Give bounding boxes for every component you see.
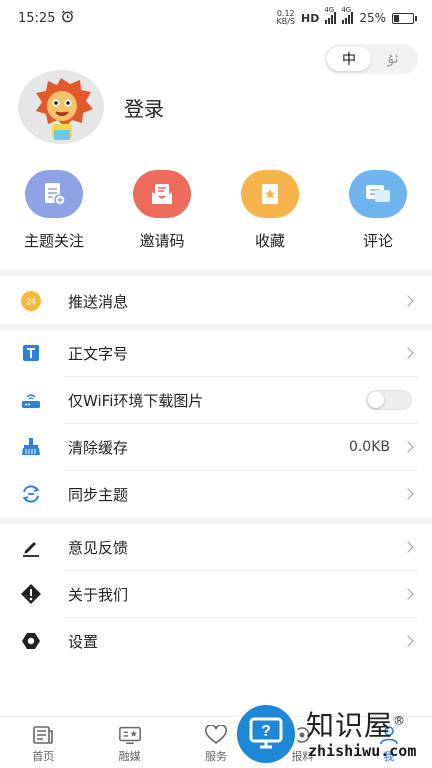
chevron-right-icon: [402, 441, 414, 453]
login-button[interactable]: 登录: [124, 93, 164, 122]
status-bar: 15:25 0.12 KB/S HD 4G 4G 25%: [0, 0, 432, 36]
pencil-icon: [20, 536, 42, 558]
wifi-only-toggle[interactable]: [366, 390, 412, 410]
gear-icon: [20, 630, 42, 652]
tab-media[interactable]: 融媒: [86, 717, 172, 768]
chevron-right-icon: [402, 295, 414, 307]
settings-row-feedback[interactable]: 意见反馈: [0, 524, 432, 570]
chevron-right-icon: [402, 588, 414, 600]
network-speed: 0.12 KB/S: [276, 9, 295, 26]
font-size-label: 正文字号: [68, 344, 129, 363]
battery-percent: 25%: [359, 11, 386, 25]
avatar[interactable]: [18, 70, 104, 144]
quick-actions: 主题关注 邀请码 收藏 评论: [0, 170, 432, 251]
quick-action-comment[interactable]: 评论: [328, 170, 428, 251]
home-icon: [31, 725, 55, 745]
quick-action-topic-follow[interactable]: 主题关注: [4, 170, 104, 251]
signal-icon-2: 4G: [341, 6, 354, 24]
clear-cache-label: 清除缓存: [68, 438, 129, 457]
font-size-icon: [20, 342, 42, 364]
push-label: 推送消息: [68, 292, 129, 311]
language-chinese[interactable]: 中: [327, 47, 371, 71]
sync-icon: [20, 483, 42, 505]
quick-action-favorite[interactable]: 收藏: [220, 170, 320, 251]
quick-action-label: 收藏: [254, 232, 285, 250]
about-label: 关于我们: [68, 585, 129, 604]
tab-label: 融媒: [118, 750, 141, 763]
cache-size: 0.0KB: [348, 439, 390, 455]
watermark-subtitle: zhishiwu.com: [308, 742, 417, 760]
quick-action-label: 评论: [362, 232, 393, 250]
tab-label: 服务: [205, 750, 228, 763]
status-time: 15:25: [18, 10, 56, 26]
battery-icon: [392, 12, 417, 24]
push-badge-icon: 24: [20, 290, 42, 312]
watermark-title: 知识屋®: [306, 709, 407, 742]
settings-label: 设置: [68, 632, 99, 651]
settings-row-push[interactable]: 24 推送消息: [0, 278, 432, 324]
feedback-label: 意见反馈: [68, 538, 129, 557]
comment-icon: [349, 170, 407, 218]
chevron-right-icon: [402, 635, 414, 647]
chevron-right-icon: [402, 488, 414, 500]
quick-action-label: 邀请码: [139, 232, 185, 250]
settings-row-font-size[interactable]: 正文字号: [0, 330, 432, 376]
profile-header[interactable]: 登录: [18, 70, 164, 144]
wifi-only-label: 仅WiFi环境下载图片: [68, 391, 204, 410]
chevron-right-icon: [402, 347, 414, 359]
quick-action-invite-code[interactable]: 邀请码: [112, 170, 212, 251]
tab-label: 首页: [32, 750, 55, 763]
chevron-right-icon: [402, 541, 414, 553]
favorite-icon: [241, 170, 299, 218]
settings-row-sync[interactable]: 同步主题: [0, 471, 432, 517]
section-separator: [0, 270, 432, 276]
info-diamond-icon: [20, 583, 42, 605]
profile-page: 15:25 0.12 KB/S HD 4G 4G 25% 中 ئۇ 登录 主题关…: [0, 0, 432, 768]
service-icon: [204, 725, 228, 745]
tab-home[interactable]: 首页: [0, 717, 86, 768]
invite-code-icon: [133, 170, 191, 218]
watermark-logo-icon: ?: [234, 702, 298, 766]
language-toggle[interactable]: 中 ئۇ: [324, 44, 418, 74]
signal-icon: 4G: [324, 6, 337, 24]
svg-text:24: 24: [26, 297, 36, 307]
broom-icon: [20, 436, 42, 458]
settings-row-clear-cache[interactable]: 清除缓存 0.0KB: [0, 424, 432, 470]
settings-row-about[interactable]: 关于我们: [0, 571, 432, 617]
quick-action-label: 主题关注: [23, 232, 84, 250]
alarm-icon: [61, 10, 74, 27]
hd-indicator: HD: [300, 11, 320, 25]
settings-row-wifi-only[interactable]: 仅WiFi环境下载图片: [0, 377, 432, 423]
topic-follow-icon: [25, 170, 83, 218]
router-icon: [20, 389, 42, 411]
language-uyghur[interactable]: ئۇ: [371, 47, 415, 71]
svg-text:?: ?: [261, 723, 271, 740]
media-icon: [118, 725, 142, 745]
sync-label: 同步主题: [68, 485, 129, 504]
watermark: ? 知识屋® zhishiwu.com: [234, 702, 432, 768]
settings-row-settings[interactable]: 设置: [0, 618, 432, 664]
